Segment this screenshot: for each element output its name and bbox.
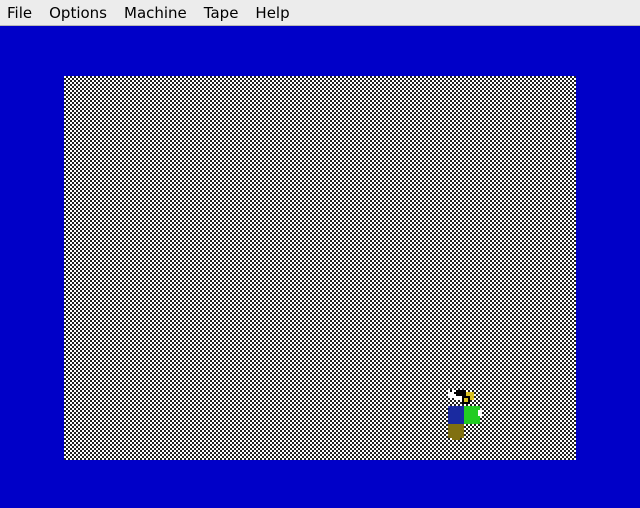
menu-tape[interactable]: Tape xyxy=(197,0,245,26)
menu-help[interactable]: Help xyxy=(248,0,295,26)
sprite-pixel xyxy=(448,406,464,424)
player-sprite xyxy=(448,390,482,440)
sprite-pixel xyxy=(478,410,482,416)
sprite-pixel xyxy=(464,398,468,402)
menu-options[interactable]: Options xyxy=(42,0,113,26)
menu-bar: File Options Machine Tape Help xyxy=(0,0,640,26)
emulator-window: File Options Machine Tape Help xyxy=(0,0,640,508)
sprite-pixel xyxy=(448,424,464,438)
menu-file[interactable]: File xyxy=(0,0,38,26)
sprite-pixel xyxy=(452,438,460,440)
sprite-pixel xyxy=(450,390,452,392)
sprite-pixel xyxy=(456,396,462,400)
emulator-screen[interactable] xyxy=(64,76,576,460)
menu-machine[interactable]: Machine xyxy=(117,0,193,26)
